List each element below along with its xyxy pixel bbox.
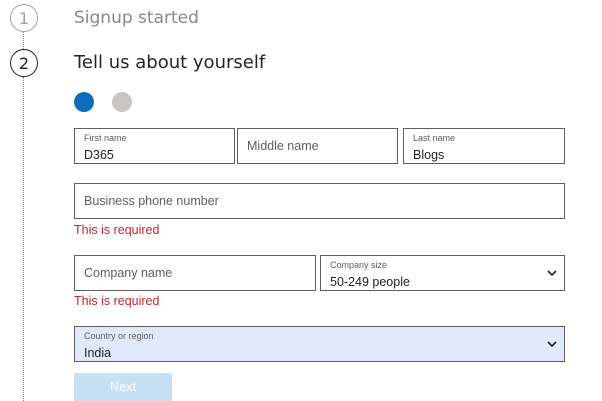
last-name-field[interactable]: Last name Blogs xyxy=(403,128,565,164)
first-name-field[interactable]: First name D365 xyxy=(74,128,235,164)
middle-name-placeholder: Middle name xyxy=(247,139,319,153)
business-phone-error: This is required xyxy=(74,223,160,237)
business-phone-placeholder: Business phone number xyxy=(84,194,219,208)
country-region-label: Country or region xyxy=(84,331,154,341)
chevron-down-icon xyxy=(547,341,557,347)
step-2-title: Tell us about yourself xyxy=(74,52,266,73)
country-region-select[interactable]: Country or region India xyxy=(74,326,565,362)
company-size-select[interactable]: Company size 50-249 people xyxy=(320,255,565,291)
last-name-label: Last name xyxy=(413,133,456,143)
page-dot-active[interactable] xyxy=(74,92,94,112)
company-name-error: This is required xyxy=(74,294,160,308)
step-connector xyxy=(23,32,24,49)
middle-name-field[interactable]: Middle name xyxy=(237,128,398,164)
page-dot-inactive[interactable] xyxy=(112,92,132,112)
chevron-down-icon xyxy=(547,270,557,276)
business-phone-field[interactable]: Business phone number xyxy=(74,183,565,219)
first-name-value: D365 xyxy=(84,148,114,162)
next-button[interactable]: Next xyxy=(74,373,172,401)
company-size-value: 50-249 people xyxy=(330,275,410,289)
step-connector xyxy=(23,77,24,401)
country-region-value: India xyxy=(84,346,112,360)
last-name-value: Blogs xyxy=(413,148,445,162)
company-size-label: Company size xyxy=(330,260,388,270)
step-2-indicator: 2 xyxy=(10,49,38,77)
company-name-field[interactable]: Company name xyxy=(74,255,316,291)
step-1-indicator: 1 xyxy=(10,4,38,32)
first-name-label: First name xyxy=(84,133,127,143)
step-1-title: Signup started xyxy=(74,8,199,28)
company-name-placeholder: Company name xyxy=(84,266,173,280)
